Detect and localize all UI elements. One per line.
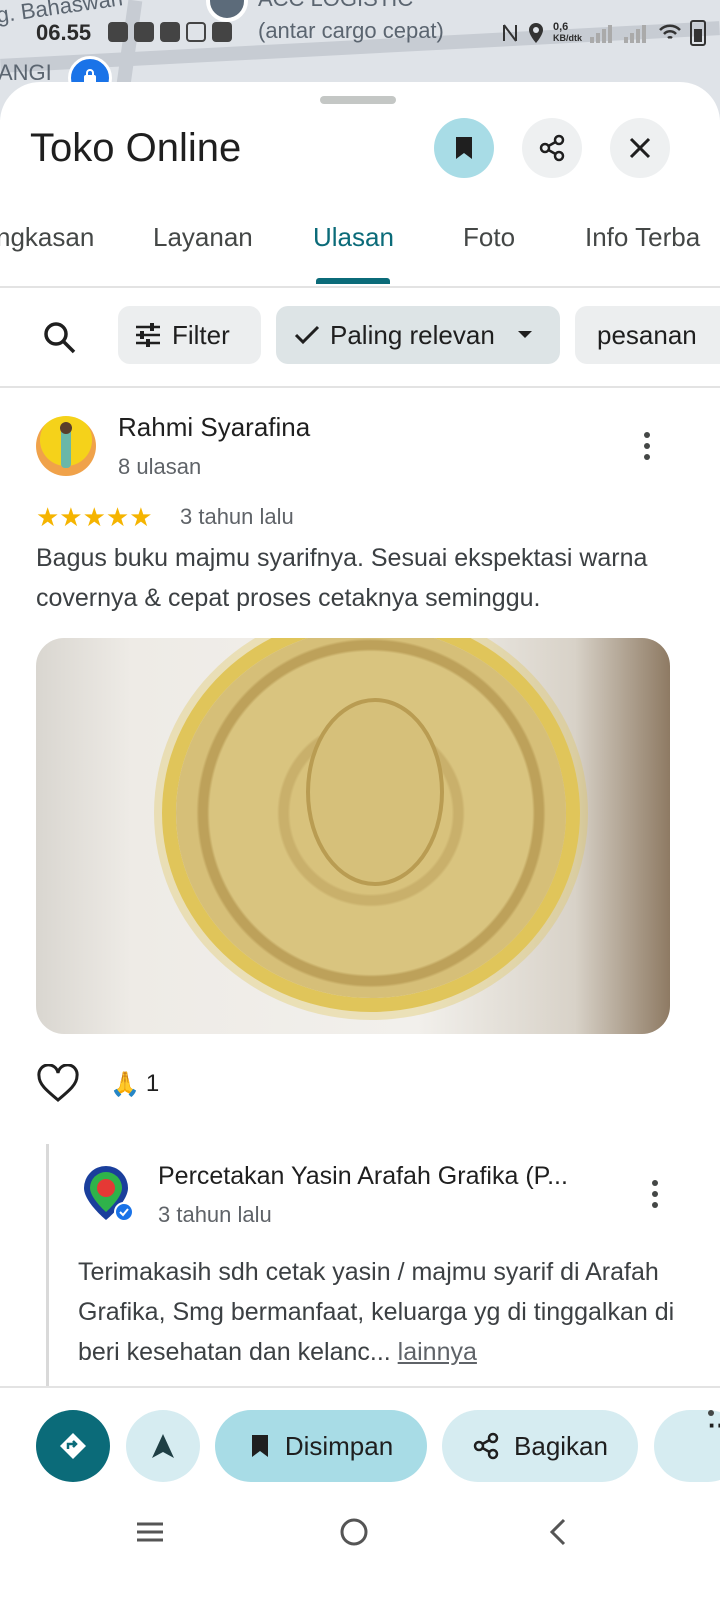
search-icon — [44, 322, 76, 354]
bookmark-icon — [456, 137, 472, 159]
reaction-badge[interactable]: 🙏 1 — [110, 1070, 159, 1099]
chatgpt-icon — [160, 22, 180, 42]
wifi-icon — [659, 24, 681, 40]
tune-icon — [136, 323, 160, 347]
page-title: Toko Online — [30, 126, 242, 170]
review-actions: 🙏 1 — [36, 1062, 159, 1106]
signal-icon — [590, 25, 612, 43]
owner-logo-icon[interactable] — [80, 1164, 134, 1222]
avatar[interactable] — [36, 416, 96, 476]
tab-reviews[interactable]: Ulasan — [313, 222, 394, 253]
owner-reply-body: Terimakasih sdh cetak yasin / majmu syar… — [78, 1258, 675, 1366]
filter-chip[interactable]: Filter — [118, 306, 261, 364]
share-label: Bagikan — [514, 1430, 608, 1461]
action-bar: Disimpan Bagikan ··· — [0, 1386, 720, 1494]
close-icon — [629, 137, 651, 159]
owner-reply-text: Terimakasih sdh cetak yasin / majmu syar… — [78, 1252, 688, 1372]
heart-icon[interactable] — [36, 1064, 80, 1104]
status-right: 0,6 KB/dtk — [501, 20, 706, 46]
search-reviews-button[interactable] — [36, 314, 84, 362]
share-icon — [473, 1432, 499, 1460]
recent-apps-button[interactable] — [128, 1510, 172, 1554]
topic-chip[interactable]: pesanan — [575, 306, 720, 364]
close-button[interactable] — [610, 118, 670, 178]
notification-icon — [134, 22, 154, 42]
net-unit: KB/dtk — [553, 33, 582, 43]
directions-button[interactable] — [36, 1410, 110, 1482]
check-icon — [294, 325, 320, 345]
avatar-figure — [61, 428, 71, 468]
read-more-link[interactable]: lainnya — [398, 1338, 477, 1366]
review-filter-row: Filter Paling relevan pesanan — [0, 302, 720, 388]
caret-down-icon — [517, 331, 532, 338]
dot — [652, 1191, 658, 1197]
back-button[interactable] — [536, 1510, 580, 1554]
notification-icons — [108, 22, 232, 42]
signal-icon — [624, 25, 646, 43]
location-icon — [529, 23, 543, 43]
status-bar: 06.55 0,6 KB/dtk — [0, 14, 720, 54]
saved-button[interactable]: Disimpan — [215, 1410, 427, 1482]
navigation-arrow-icon — [152, 1434, 174, 1458]
tab-bar: ngkasan Layanan Ulasan Foto Info Terba — [0, 202, 720, 288]
saved-label: Disimpan — [284, 1430, 394, 1461]
star-rating: ★★★★★ — [36, 502, 153, 532]
share-action-button[interactable]: Bagikan — [442, 1410, 638, 1482]
mail-icon — [212, 22, 232, 42]
reaction-count: 1 — [145, 1070, 160, 1097]
review-author[interactable]: Rahmi Syarafina — [118, 412, 310, 443]
home-circle-icon — [340, 1518, 368, 1546]
drag-handle[interactable] — [320, 96, 396, 104]
net-speed: 0,6 — [553, 21, 569, 33]
topic-chip-label: pesanan — [597, 319, 697, 350]
avatar-head — [60, 422, 72, 434]
bookmark-icon — [251, 1435, 268, 1457]
home-button[interactable] — [332, 1510, 376, 1554]
tab-updates[interactable]: Info Terba — [585, 222, 700, 253]
dot — [644, 432, 650, 438]
review-time: 3 tahun lalu — [180, 504, 294, 529]
review-photo[interactable] — [36, 638, 670, 1034]
status-time: 06.55 — [36, 20, 92, 45]
tab-overview[interactable]: ngkasan — [0, 222, 94, 253]
reply-more-button[interactable] — [640, 1174, 670, 1214]
share-button[interactable] — [522, 118, 582, 178]
nfc-icon — [503, 24, 517, 42]
battery-icon — [690, 20, 706, 46]
system-nav-bar — [0, 1492, 720, 1600]
facebook-icon — [108, 22, 128, 42]
filter-label: Filter — [172, 319, 230, 350]
more-actions-button[interactable]: ··· — [654, 1410, 720, 1482]
save-button[interactable] — [434, 118, 494, 178]
dot — [644, 443, 650, 449]
review-text: Bagus buku majmu syarifnya. Sesuai ekspe… — [36, 544, 648, 612]
dot — [644, 454, 650, 460]
tab-photos[interactable]: Foto — [463, 222, 515, 253]
review-count: 8 ulasan — [118, 454, 202, 479]
directions-icon — [60, 1433, 86, 1459]
more-label: ··· — [708, 1410, 720, 1440]
navigation-button[interactable] — [126, 1410, 200, 1482]
owner-name[interactable]: Percetakan Yasin Arafah Grafika (P... — [158, 1162, 568, 1191]
photo-center — [306, 698, 444, 886]
tab-services[interactable]: Layanan — [153, 222, 253, 253]
menu-icon — [137, 1522, 163, 1542]
review-more-button[interactable] — [632, 426, 662, 466]
reply-divider — [46, 1144, 49, 1392]
tablet-icon — [186, 22, 206, 42]
back-chevron-icon — [549, 1518, 566, 1546]
sort-label: Paling relevan — [330, 319, 495, 350]
dot — [652, 1202, 658, 1208]
dot — [652, 1180, 658, 1186]
owner-time: 3 tahun lalu — [158, 1202, 272, 1227]
share-icon — [539, 134, 565, 162]
tab-indicator — [316, 278, 390, 284]
reaction-emoji: 🙏 — [110, 1070, 140, 1098]
sort-dropdown[interactable]: Paling relevan — [276, 306, 560, 364]
map-label: ACC LOGISTIC — [258, 0, 413, 12]
